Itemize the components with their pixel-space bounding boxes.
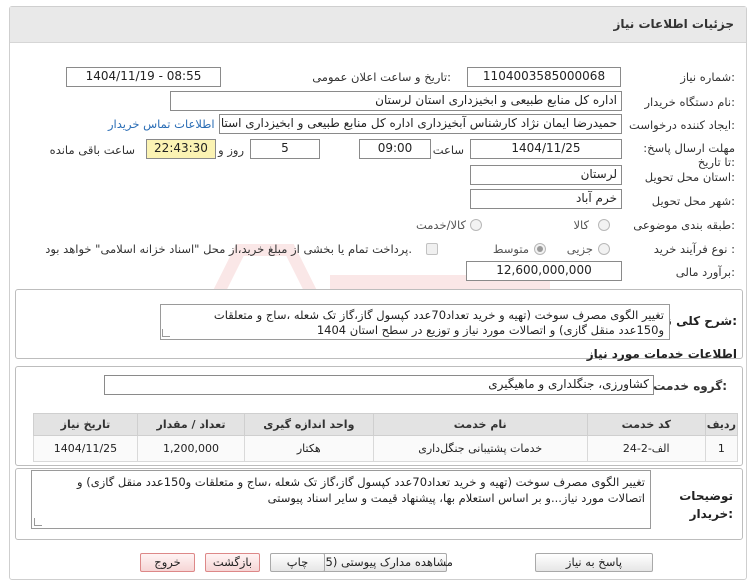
category-option-goods-service-label: کالا/خدمت: [415, 218, 466, 232]
deadline-label: مهلت ارسال پاسخ: تا تاریخ:: [643, 141, 735, 169]
col-header-service-name: نام خدمت: [372, 413, 588, 436]
services-table: ردیف کد خدمت نام خدمت واحد اندازه گیری ت…: [33, 413, 739, 462]
table-row: 1 الف-2-24 خدمات پشتیبانی جنگل‌داری هکتا…: [33, 435, 739, 462]
payment-note: پرداخت تمام یا بخشی از مبلغ خرید،از محل …: [45, 242, 412, 256]
creator-label: ایجاد کننده درخواست:: [629, 118, 735, 132]
category-option-goods-label: کالا: [573, 218, 589, 232]
announce-label: تاریخ و ساعت اعلان عمومی:: [312, 70, 451, 84]
time-label: ساعت: [432, 143, 464, 157]
exit-button[interactable]: خروج: [140, 553, 195, 572]
table-header-row: ردیف کد خدمت نام خدمت واحد اندازه گیری ت…: [33, 413, 739, 436]
cell-quantity: 1,200,000: [136, 435, 246, 462]
budget-label: برآورد مالی:: [675, 265, 735, 279]
remaining-label: ساعت باقی مانده: [49, 143, 135, 157]
process-label: نوع فرآیند خرید :: [653, 242, 735, 256]
category-option-goods-radio[interactable]: [598, 219, 610, 231]
buyer-org-field: اداره کل منابع طبیعی و ابخیزداری استان ل…: [170, 91, 622, 111]
city-field: خرم آباد: [470, 189, 622, 209]
page-title: جزئیات اطلاعات نیاز: [613, 17, 734, 31]
category-label: طبقه بندی موضوعی:: [633, 218, 735, 232]
creator-field: حمیدرضا ایمان نژاد کارشناس آبخیزداری ادا…: [219, 114, 622, 134]
city-label: شهر محل تحویل:: [651, 194, 735, 208]
cell-row-number: 1: [704, 435, 739, 462]
back-button[interactable]: بازگشت: [205, 553, 260, 572]
cell-unit: هکتار: [244, 435, 374, 462]
contact-buyer-link[interactable]: اطلاعات تماس خریدار: [108, 117, 215, 131]
panel-header: جزئیات اطلاعات نیاز: [10, 7, 746, 43]
process-option-minor-label: جزیی: [566, 242, 593, 256]
cell-need-date: 1404/11/25: [33, 435, 138, 462]
service-group-field: کشاورزی، جنگلداری و ماهیگیری: [104, 375, 654, 395]
buyer-notes-resize-handle[interactable]: [34, 518, 42, 526]
process-option-medium-label: متوسط: [492, 242, 529, 256]
budget-field: 12,600,000,000: [466, 261, 622, 281]
announce-field: 1404/11/19 - 08:55: [66, 67, 221, 87]
process-option-minor-radio[interactable]: [598, 243, 610, 255]
reply-button[interactable]: پاسخ به نیاز: [535, 553, 653, 572]
need-number-field: 1104003585000068: [467, 67, 621, 87]
province-label: استان محل تحویل:: [644, 170, 735, 184]
service-group-label: گروه خدمت:: [653, 379, 727, 393]
view-attachments-button[interactable]: مشاهده مدارک پیوستی (5): [320, 553, 453, 572]
buyer-notes-text: تغییر الگوی مصرف سوخت (تهیه و خرید تعداد…: [31, 470, 651, 529]
payment-checkbox[interactable]: [426, 243, 438, 255]
cell-service-name: خدمات پشتیبانی جنگل‌داری: [372, 435, 588, 462]
col-header-need-date: تاریخ نیاز: [33, 413, 138, 436]
process-option-medium-radio[interactable]: [534, 243, 546, 255]
col-header-row-number: ردیف: [704, 413, 739, 436]
deadline-time-field: 09:00: [359, 139, 431, 159]
need-summary-resize-handle[interactable]: [162, 329, 170, 337]
col-header-unit: واحد اندازه گیری: [244, 413, 374, 436]
print-button[interactable]: چاپ: [270, 553, 325, 572]
days-field: 5: [250, 139, 320, 159]
col-header-quantity: تعداد / مقدار: [136, 413, 246, 436]
cell-service-code: الف-2-24: [586, 435, 706, 462]
need-number-label: شماره نیاز:: [680, 70, 735, 84]
need-summary-text: تغییر الگوی مصرف سوخت (تهیه و خرید تعداد…: [160, 304, 670, 340]
buyer-notes-label: توضیحات خریدار:: [679, 489, 733, 521]
services-section-title: اطلاعات خدمات مورد نیاز: [586, 347, 737, 361]
days-label: روز و: [218, 143, 244, 157]
province-field: لرستان: [470, 165, 622, 185]
buyer-org-label: نام دستگاه خریدار:: [644, 95, 735, 109]
deadline-date-field: 1404/11/25: [470, 139, 622, 159]
category-option-goods-service-radio[interactable]: [470, 219, 482, 231]
remaining-time-field: 22:43:30: [146, 139, 216, 159]
col-header-service-code: کد خدمت: [586, 413, 706, 436]
